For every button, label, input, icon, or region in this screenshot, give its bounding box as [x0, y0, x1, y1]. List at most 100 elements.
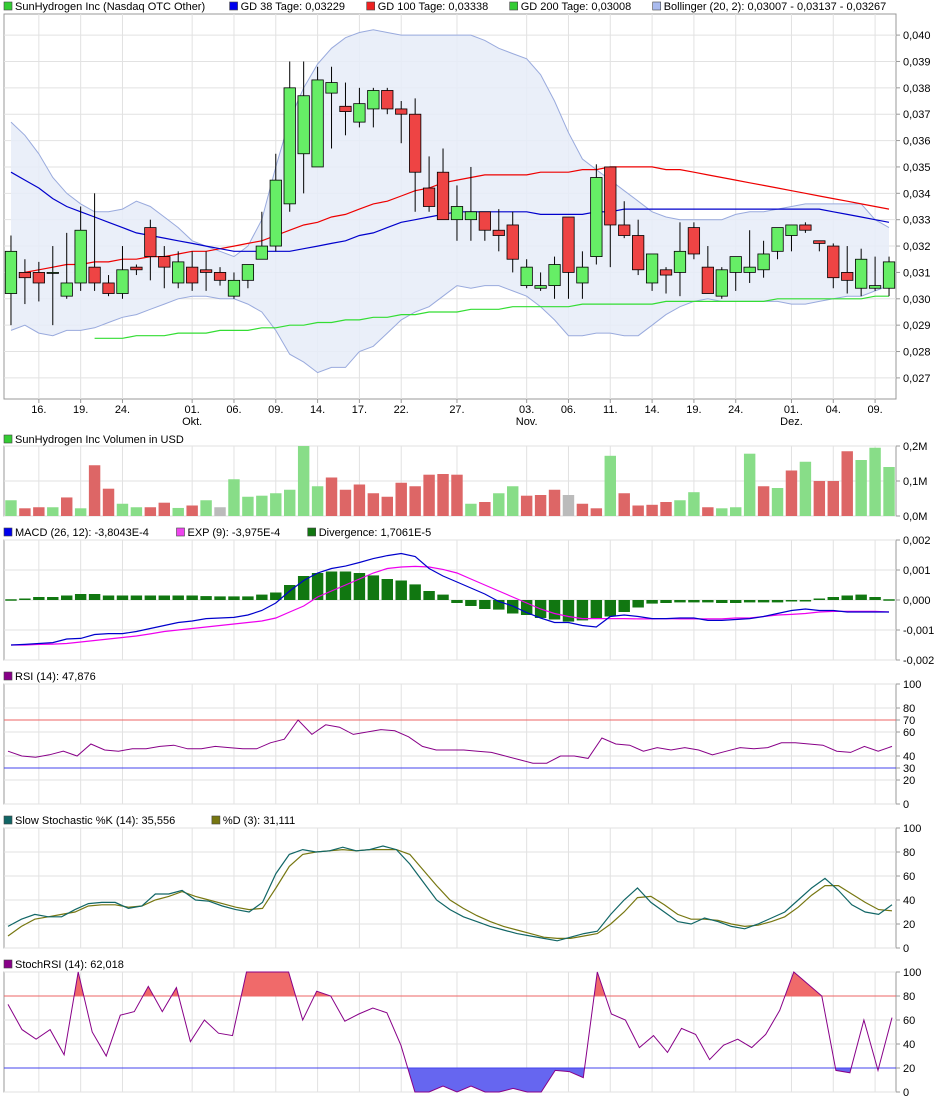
candle-body [618, 224, 631, 236]
divergence-bar [688, 600, 700, 603]
legend-icon [176, 527, 185, 537]
candle-body [46, 272, 59, 274]
volume-bar [186, 505, 198, 516]
candle-body [102, 282, 115, 294]
x-tick-label: 01. [185, 404, 200, 416]
divergence-bar [855, 594, 867, 600]
candle-body [743, 266, 756, 273]
divergence-bar [423, 591, 435, 600]
y-tick-label: 100 [903, 823, 921, 835]
candle-body [172, 261, 185, 284]
y-tick-label: 30 [903, 763, 915, 775]
candle-body [353, 103, 366, 123]
divergence-bar [757, 600, 770, 603]
divergence-bar [604, 600, 616, 617]
y-tick-label: 0 [903, 799, 909, 811]
candle-body [576, 266, 589, 284]
x-tick-label: 06. [561, 404, 576, 416]
y-tick-label: 0 [903, 943, 909, 955]
volume-bar [520, 495, 533, 516]
volume-bar [144, 507, 157, 516]
x-tick-label: 19. [73, 404, 88, 416]
legend-label: %D (3): 31,111 [223, 815, 295, 827]
divergence-bar [883, 599, 895, 601]
divergence-bar [841, 595, 853, 600]
divergence-bar [242, 596, 254, 600]
candle-body [367, 90, 380, 110]
candle-body [673, 250, 687, 273]
divergence-bar [507, 600, 519, 614]
candle-body [464, 211, 478, 221]
candle-body [213, 272, 227, 281]
candle-body [409, 113, 422, 173]
y-tick-label: 0,000 [903, 595, 931, 607]
volume-bar [200, 500, 212, 516]
candle-body [506, 224, 519, 260]
volume-bar [339, 489, 352, 516]
candle-body [492, 229, 505, 236]
candle-body [534, 285, 547, 289]
divergence-bar [367, 575, 380, 600]
divergence-bar [576, 600, 589, 621]
y-tick-label: 40 [903, 1039, 915, 1051]
x-tick-label: 14. [310, 404, 325, 416]
legend-label: SunHydrogen Inc Volumen in USD [15, 434, 184, 446]
y-tick-label: 0,002 [903, 535, 931, 547]
legend-label: Slow Stochastic %K (14): 35,556 [15, 815, 175, 827]
x-tick-label: 11. [603, 404, 617, 416]
candle-body [381, 90, 394, 110]
volume-bar [730, 507, 742, 516]
divergence-bar [743, 600, 756, 603]
volume-bar [702, 507, 714, 516]
divergence-bar [256, 594, 268, 600]
volume-bar [242, 496, 254, 516]
volume-bar [660, 502, 672, 516]
y-tick-label: 0,027 [903, 373, 931, 385]
legend-icon [3, 815, 13, 825]
divergence-bar [451, 600, 463, 603]
volume-bar [381, 496, 393, 516]
legend-icon [652, 1, 662, 11]
volume-bar [785, 470, 798, 516]
y-tick-label: 0,001 [903, 565, 931, 577]
volume-bar [451, 474, 463, 516]
candle-body [422, 187, 436, 207]
candle-body [283, 87, 296, 205]
divergence-bar [813, 598, 826, 600]
volume-bar [88, 465, 101, 516]
divergence-bar [172, 595, 184, 600]
divergence-bar [19, 598, 31, 600]
candle-body [785, 224, 798, 236]
y-tick-label: 0,034 [903, 188, 931, 200]
legend-icon [3, 434, 13, 444]
candle-body [771, 227, 784, 252]
volume-bar [33, 507, 45, 516]
candle-body [60, 282, 73, 297]
volume-bar [771, 488, 784, 516]
x-month-label: Dez. [780, 416, 803, 428]
candle-body [339, 105, 352, 112]
candle-body [74, 229, 87, 284]
legend-label: Divergence: 1,7061E-5 [319, 527, 432, 539]
candle-body [868, 285, 882, 289]
candle-body [269, 179, 282, 247]
candle-body [632, 235, 645, 271]
y-tick-label: 0,2M [903, 441, 927, 453]
x-tick-label: 09. [867, 404, 882, 416]
y-tick-label: -0,002 [903, 655, 934, 667]
divergence-bar [771, 600, 784, 603]
y-tick-label: 0,1M [903, 476, 927, 488]
x-tick-label: 24. [115, 404, 130, 416]
volume-bar [883, 467, 895, 516]
divergence-bar [61, 595, 73, 600]
divergence-bar [144, 595, 157, 600]
candle-body [520, 266, 533, 287]
x-tick-label: 03. [519, 404, 534, 416]
divergence-bar [702, 600, 714, 603]
candle-body [158, 256, 171, 268]
y-tick-label: 100 [903, 967, 921, 979]
volume-bar [423, 474, 435, 516]
y-tick-label: 0 [903, 1087, 909, 1099]
volume-bar [646, 504, 658, 516]
volume-bar [479, 502, 491, 516]
